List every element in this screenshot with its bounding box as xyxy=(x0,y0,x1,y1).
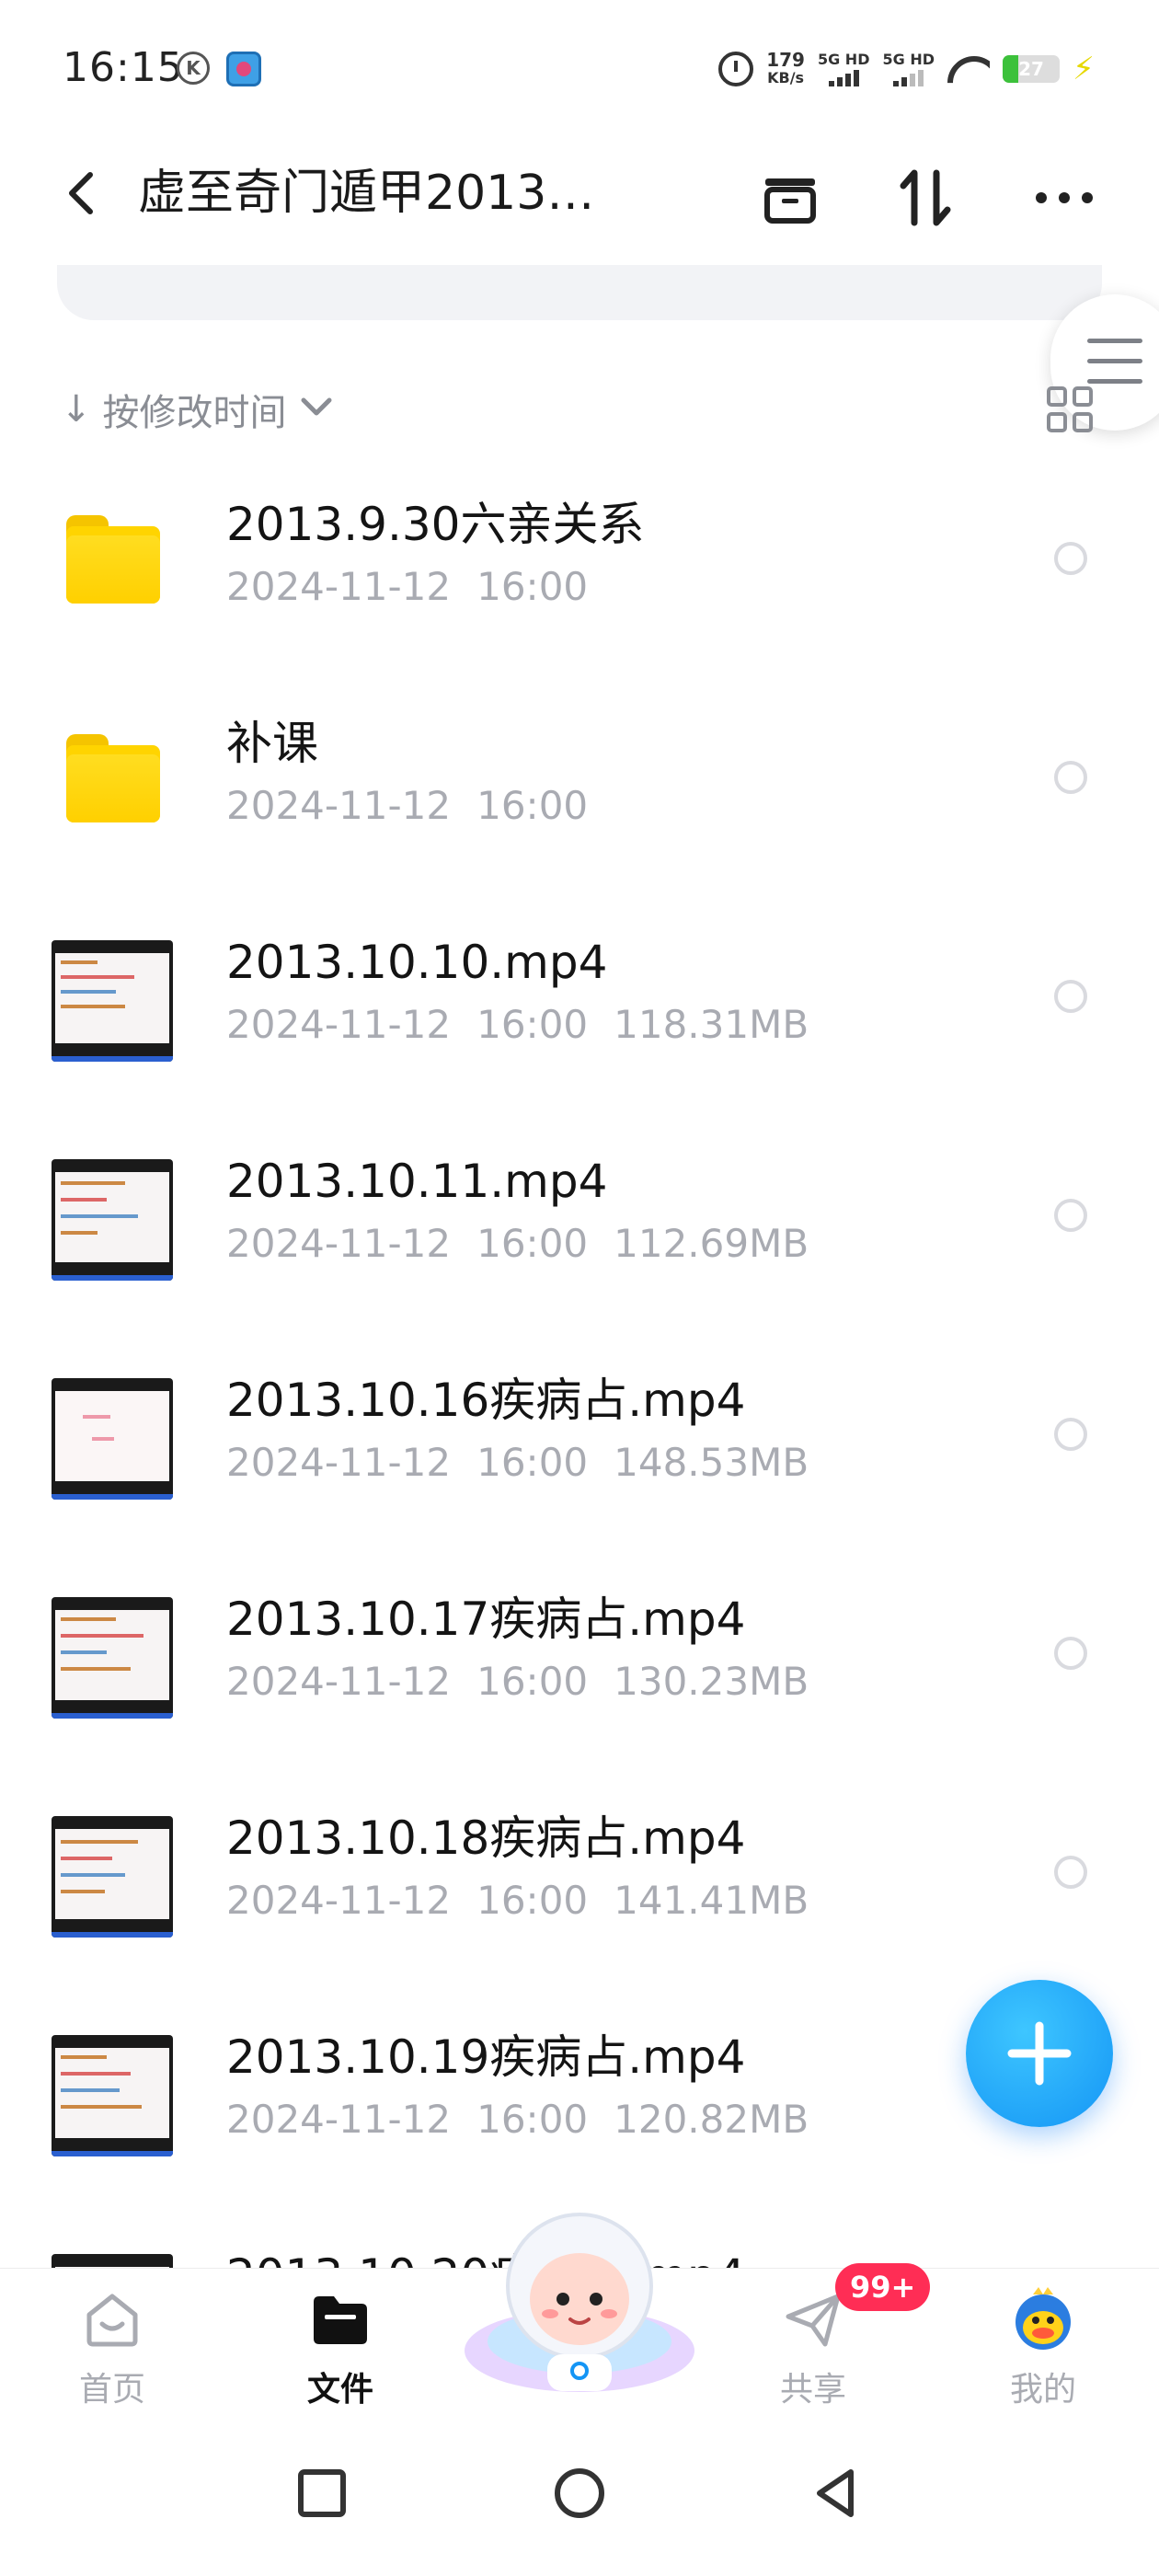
status-time: 16:15 xyxy=(63,44,184,91)
list-item-video[interactable]: 2013.10.18疾病占.mp4 2024-11-12 16:00 141.41M… xyxy=(0,1774,1159,1993)
folder-icon xyxy=(66,734,160,822)
plus-icon xyxy=(1007,2021,1072,2086)
more-button[interactable] xyxy=(1032,166,1096,230)
profile-avatar-icon xyxy=(1016,2287,1071,2350)
status-indicators: 179 KB/s 5G HD 5G HD 27 ⚡ xyxy=(718,46,1098,92)
network-speed-unit: KB/s xyxy=(767,69,805,86)
file-meta: 2024-11-12 16:00 118.31MB xyxy=(226,1002,809,1047)
file-meta: 2024-11-12 16:00 148.53MB xyxy=(226,1440,809,1485)
file-name: 2013.10.16疾病占.mp4 xyxy=(226,1374,746,1427)
nav-label-profile: 我的 xyxy=(1009,2371,1076,2409)
file-meta: 2024-11-12 16:00 130.23MB xyxy=(226,1659,809,1704)
network-speed: 179 KB/s xyxy=(766,51,805,87)
list-item-folder[interactable]: 2013.9.30六亲关系 2024-11-12 16:00 xyxy=(0,460,1159,679)
back-button[interactable] xyxy=(55,166,110,221)
square-icon xyxy=(298,2469,346,2517)
sim1-signal-icon: 5G HD xyxy=(817,51,870,86)
sort-button[interactable] xyxy=(894,166,958,230)
select-radio[interactable] xyxy=(1054,1637,1087,1670)
sort-icon xyxy=(900,169,951,226)
folder-icon xyxy=(314,2296,367,2344)
video-thumbnail xyxy=(52,1159,173,1281)
list-item-folder[interactable]: 补课 2024-11-12 16:00 xyxy=(0,679,1159,898)
chevron-down-icon xyxy=(298,389,335,430)
battery-icon: 27 xyxy=(1003,55,1060,83)
back-system-button[interactable] xyxy=(805,2461,869,2525)
video-thumbnail xyxy=(52,2035,173,2156)
select-radio[interactable] xyxy=(1054,1856,1087,1889)
circle-icon xyxy=(555,2468,604,2518)
mascot-icon xyxy=(465,2213,694,2392)
file-meta: 2024-11-12 16:00 xyxy=(226,564,589,609)
view-mode-button[interactable] xyxy=(1045,385,1095,434)
list-item-video[interactable]: 2013.10.11.mp4 2024-11-12 16:00 112.69MB xyxy=(0,1117,1159,1336)
nav-item-profile[interactable]: 我的 xyxy=(970,2269,1117,2425)
file-name: 2013.9.30六亲关系 xyxy=(226,498,645,551)
select-radio[interactable] xyxy=(1054,1418,1087,1451)
sim1-label: 5G HD xyxy=(817,51,870,68)
file-meta: 2024-11-12 16:00 120.82MB xyxy=(226,2097,809,2142)
file-name: 2013.10.19疾病占.mp4 xyxy=(226,2030,746,2084)
share-icon xyxy=(786,2294,841,2347)
app-notification-icon xyxy=(226,52,261,86)
status-bar: 16:15 K 179 KB/s 5G HD 5G HD 27 ⚡ xyxy=(0,0,1159,138)
video-thumbnail xyxy=(52,2254,173,2268)
file-name: 2013.10.17疾病占.mp4 xyxy=(226,1593,746,1646)
charging-bolt-icon: ⚡ xyxy=(1073,51,1095,87)
battery-level: 27 xyxy=(1018,58,1044,80)
select-radio[interactable] xyxy=(1054,1199,1087,1232)
nav-item-files[interactable]: 文件 xyxy=(267,2269,414,2425)
share-badge: 99+ xyxy=(835,2263,931,2311)
system-nav-bar xyxy=(0,2424,1159,2576)
file-meta: 2024-11-12 16:00 112.69MB xyxy=(226,1221,809,1266)
file-name: 2013.10.18疾病占.mp4 xyxy=(226,1811,746,1865)
archive-icon xyxy=(764,178,816,224)
sort-direction-icon: ↓ xyxy=(61,388,92,431)
grid-view-icon xyxy=(1047,386,1093,432)
select-radio[interactable] xyxy=(1054,980,1087,1013)
search-bar[interactable] xyxy=(57,265,1102,320)
nav-label-files: 文件 xyxy=(306,2371,373,2409)
file-name: 补课 xyxy=(226,717,318,770)
mascot-button[interactable] xyxy=(460,2203,699,2397)
select-radio[interactable] xyxy=(1054,542,1087,575)
network-speed-value: 179 xyxy=(766,49,805,71)
file-name: 2013.10.11.mp4 xyxy=(226,1155,608,1208)
video-thumbnail xyxy=(52,1378,173,1500)
home-icon xyxy=(86,2294,138,2347)
more-icon xyxy=(1036,192,1093,203)
add-button[interactable] xyxy=(966,1980,1113,2127)
file-meta: 2024-11-12 16:00 xyxy=(226,783,589,828)
sort-label: 按修改时间 xyxy=(102,392,287,434)
nav-item-home[interactable]: 首页 xyxy=(39,2269,186,2425)
nav-label-home: 首页 xyxy=(78,2371,145,2409)
page-title: 虚至奇门遁甲2013… xyxy=(138,166,595,221)
folder-icon xyxy=(66,515,160,604)
file-meta: 2024-11-12 16:00 141.41MB xyxy=(226,1878,809,1923)
k-badge-icon: K xyxy=(177,52,210,85)
back-icon xyxy=(69,172,93,214)
sort-selector[interactable]: ↓ 按修改时间 xyxy=(61,377,335,442)
triangle-back-icon xyxy=(817,2469,854,2517)
archive-button[interactable] xyxy=(758,166,822,230)
file-name: 2013.10.10.mp4 xyxy=(226,936,608,989)
app-header: 虚至奇门遁甲2013… xyxy=(0,138,1159,248)
alarm-icon xyxy=(718,52,754,86)
wifi-icon xyxy=(947,52,990,86)
video-thumbnail xyxy=(52,1597,173,1719)
video-thumbnail xyxy=(52,940,173,1062)
recents-button[interactable] xyxy=(290,2461,354,2525)
nav-label-share: 共享 xyxy=(779,2371,846,2409)
list-item-video[interactable]: 2013.10.17疾病占.mp4 2024-11-12 16:00 130.23M… xyxy=(0,1555,1159,1774)
video-thumbnail xyxy=(52,1816,173,1938)
home-system-button[interactable] xyxy=(547,2461,612,2525)
list-item-video[interactable]: 2013.10.16疾病占.mp4 2024-11-12 16:00 148.53M… xyxy=(0,1336,1159,1555)
battery-fill xyxy=(1003,55,1018,83)
list-item-video[interactable]: 2013.10.10.mp4 2024-11-12 16:00 118.31MB xyxy=(0,898,1159,1117)
file-list: 2013.9.30六亲关系 2024-11-12 16:00 补课 2024-11… xyxy=(0,460,1159,2268)
sim2-signal-icon: 5G HD xyxy=(882,52,935,86)
sim2-label: 5G HD xyxy=(882,51,935,68)
select-radio[interactable] xyxy=(1054,761,1087,794)
